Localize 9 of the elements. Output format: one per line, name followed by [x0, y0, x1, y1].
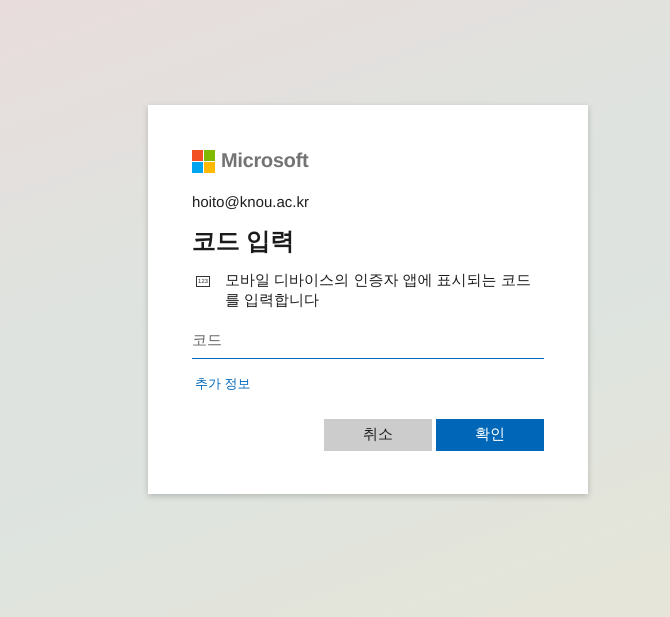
instruction-text: 모바일 디바이스의 인증자 앱에 표시되는 코드를 입력합니다 [225, 271, 532, 311]
cancel-button[interactable]: 취소 [324, 419, 432, 451]
logo-wordmark: Microsoft [221, 149, 308, 173]
code-input[interactable]: 코드 [192, 323, 544, 359]
confirm-button[interactable]: 확인 [436, 419, 544, 451]
more-info-link[interactable]: 추가 정보 [195, 376, 251, 392]
account-email: hoito@knou.ac.kr [192, 194, 310, 212]
four-squares-logo-icon [192, 150, 215, 172]
page-title: 코드 입력 [192, 228, 296, 256]
